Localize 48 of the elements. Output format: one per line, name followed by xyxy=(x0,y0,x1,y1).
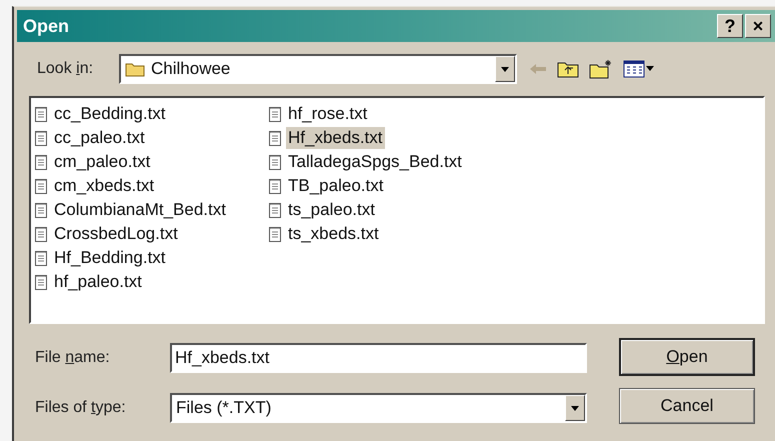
file-item[interactable]: CrossbedLog.txt xyxy=(52,223,180,245)
file-type-label: Files of type: xyxy=(35,399,127,417)
file-item[interactable]: ColumbianaMt_Bed.txt xyxy=(52,199,228,221)
open-button[interactable]: Open xyxy=(619,338,755,376)
file-item[interactable]: TalladegaSpgs_Bed.txt xyxy=(286,151,464,173)
new-folder-icon[interactable] xyxy=(589,59,613,79)
file-item[interactable]: ts_xbeds.txt xyxy=(286,223,381,245)
file-type-dropdown[interactable]: Files (*.TXT) xyxy=(170,393,587,423)
dropdown-button[interactable] xyxy=(495,56,515,82)
file-item[interactable]: TB_paleo.txt xyxy=(286,175,386,197)
look-in-label: Look in: xyxy=(37,60,94,78)
file-item[interactable]: cm_paleo.txt xyxy=(52,151,152,173)
file-item[interactable]: Hf_xbeds.txt xyxy=(286,127,384,149)
text-file-icon xyxy=(35,154,47,170)
look-in-dropdown[interactable]: Chilhowee xyxy=(119,54,517,84)
dropdown-button[interactable] xyxy=(565,395,585,421)
look-in-value: Chilhowee xyxy=(151,59,230,79)
help-button[interactable]: ? xyxy=(717,14,743,38)
file-name-label: File name: xyxy=(35,349,111,367)
up-folder-icon[interactable] xyxy=(557,60,579,78)
text-file-icon xyxy=(35,106,47,122)
file-name-field[interactable]: Hf_xbeds.txt xyxy=(170,343,587,373)
text-file-icon xyxy=(35,226,47,242)
file-item[interactable]: cc_Bedding.txt xyxy=(52,103,168,125)
text-file-icon xyxy=(35,274,47,290)
file-item[interactable]: ts_paleo.txt xyxy=(286,199,377,221)
view-menu-icon[interactable] xyxy=(623,60,655,78)
folder-icon xyxy=(125,61,145,77)
file-item[interactable]: hf_paleo.txt xyxy=(52,271,144,293)
caret-icon xyxy=(571,406,579,410)
text-file-icon xyxy=(35,130,47,146)
file-item[interactable]: cc_paleo.txt xyxy=(52,127,147,149)
text-file-icon xyxy=(35,178,47,194)
text-file-icon xyxy=(35,202,47,218)
text-file-icon xyxy=(269,106,281,122)
file-item[interactable]: Hf_Bedding.txt xyxy=(52,247,168,269)
text-file-icon xyxy=(269,130,281,146)
file-item[interactable]: hf_rose.txt xyxy=(286,103,370,125)
text-file-icon xyxy=(269,178,281,194)
cancel-button[interactable]: Cancel xyxy=(619,388,755,424)
window-title: Open xyxy=(23,16,70,36)
file-item[interactable]: cm_xbeds.txt xyxy=(52,175,156,197)
text-file-icon xyxy=(269,226,281,242)
text-file-icon xyxy=(35,250,47,266)
caret-icon xyxy=(501,66,509,72)
text-file-icon xyxy=(269,202,281,218)
text-file-icon xyxy=(269,154,281,170)
close-button[interactable]: × xyxy=(745,14,771,38)
